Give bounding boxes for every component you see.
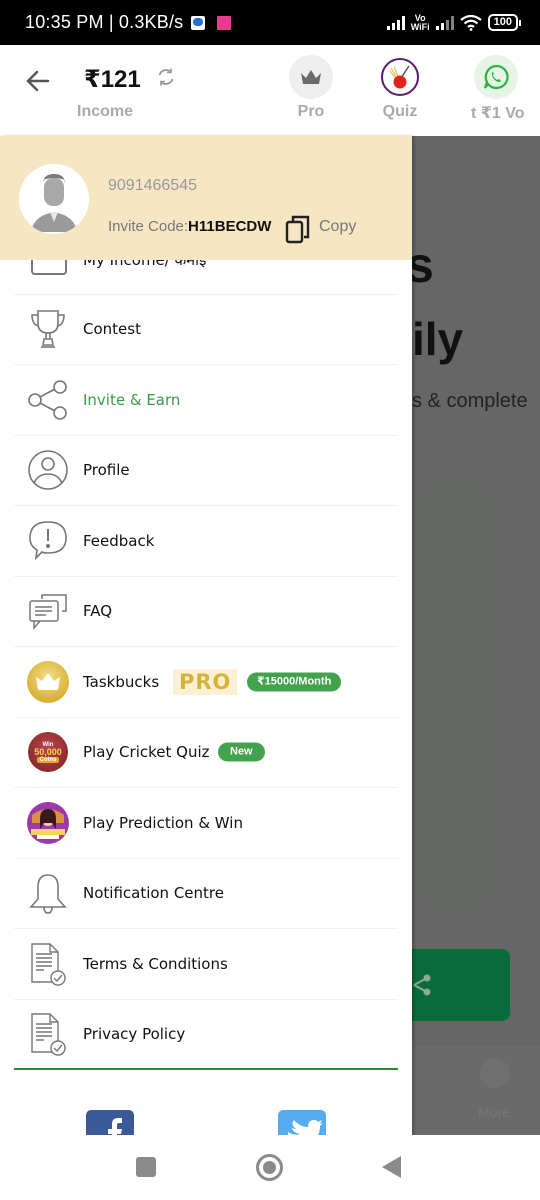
menu-label-cricket-quiz: Play Cricket Quiz [83, 743, 210, 762]
app-header: ₹121 Income Pro Quiz t ₹1 Vo [0, 45, 540, 136]
facebook-icon[interactable] [86, 1110, 134, 1135]
invite-code-label: Invite Code: [108, 218, 189, 235]
menu-item-contest[interactable]: Contest [14, 295, 398, 365]
income-balance: ₹121 [84, 66, 141, 93]
battery-icon: 100 [487, 14, 522, 31]
drawer-profile-header: 9091466545 Invite Code:H11BECDW Copy [0, 136, 412, 260]
menu-item-terms[interactable]: Terms & Conditions [14, 929, 398, 1000]
trophy-icon [26, 307, 70, 351]
vowifi-icon: Vo WiFi [410, 13, 430, 32]
signal-icon [386, 15, 405, 30]
header-whatsapp-button[interactable]: t ₹1 Vo [465, 55, 527, 123]
bg-more-icon [480, 1058, 510, 1088]
avatar[interactable] [19, 164, 89, 234]
twitter-icon[interactable] [278, 1110, 326, 1135]
menu-item-profile[interactable]: Profile [14, 436, 398, 506]
quiz-icon-text-mid: 50,000 [34, 746, 62, 757]
menu-label-invite-earn: Invite & Earn [83, 390, 181, 409]
menu-label-privacy: Privacy Policy [83, 1025, 186, 1044]
app-notification-icon [217, 15, 232, 30]
bg-bottom-nav: More [412, 1046, 540, 1135]
menu-label-faq: FAQ [83, 602, 113, 621]
home-button[interactable] [256, 1154, 283, 1181]
earnings-pill: ₹15000/Month [247, 672, 342, 692]
menu-item-invite-earn[interactable]: Invite & Earn [14, 365, 398, 436]
menu-item-faq[interactable]: FAQ [14, 577, 398, 647]
new-badge: New [218, 742, 265, 762]
user-avatar-icon [31, 174, 77, 232]
income-label: Income [77, 103, 134, 120]
profile-phone: 9091466545 [108, 177, 197, 194]
navigation-drawer: 9091466545 Invite Code:H11BECDW Copy My … [0, 136, 412, 1135]
menu-item-privacy[interactable]: Privacy Policy [14, 1000, 398, 1070]
back-button[interactable] [382, 1156, 401, 1178]
crown-icon [289, 55, 333, 99]
pro-badge: PRO [173, 668, 238, 695]
recents-button[interactable] [136, 1157, 156, 1177]
footer-divider [14, 1068, 398, 1070]
menu-label-terms: Terms & Conditions [83, 954, 228, 973]
faq-chat-icon [26, 589, 70, 633]
status-bar: 10:35 PM | 0.3KB/s Vo WiFi 100 [0, 0, 540, 45]
menu-label-notification: Notification Centre [83, 884, 224, 903]
message-notification-icon [191, 15, 206, 30]
cricket-quiz-icon: Win 50,000 Coins [26, 730, 70, 774]
share-icon [26, 378, 70, 422]
prediction-icon [26, 801, 70, 845]
menu-label-contest: Contest [83, 320, 141, 339]
system-nav-bar [0, 1135, 540, 1200]
bell-icon [26, 871, 70, 915]
back-arrow-icon[interactable] [24, 67, 52, 95]
wifi-icon [459, 14, 482, 31]
header-quiz-label: Quiz [382, 103, 418, 120]
invite-code-line: Invite Code:H11BECDW [108, 218, 271, 235]
refresh-icon[interactable] [156, 67, 176, 87]
bg-card [422, 489, 490, 901]
signal-2-icon [435, 15, 454, 30]
header-pro-button[interactable]: Pro [281, 55, 341, 121]
taskbucks-crown-icon [26, 660, 70, 704]
document-check-icon [26, 1012, 70, 1056]
bg-subtitle-fragment: s & complete [412, 390, 528, 412]
header-voucher-label: t ₹1 Vo [471, 105, 525, 122]
whatsapp-icon [474, 55, 518, 99]
copy-button[interactable]: Copy [319, 218, 356, 236]
menu-item-notification[interactable]: Notification Centre [14, 859, 398, 929]
bg-heading-fragment-2: ily [412, 313, 464, 365]
bg-share-icon [413, 974, 431, 996]
document-check-icon [26, 942, 70, 986]
menu-label-prediction: Play Prediction & Win [83, 813, 243, 832]
drawer-menu: My Income/ कमाई Contest Invite & Earn Pr… [0, 224, 412, 1070]
bg-more-label: More [478, 1104, 510, 1120]
bg-heading-fragment: s [412, 237, 434, 293]
cricket-ball-icon [381, 58, 419, 96]
header-pro-label: Pro [297, 103, 325, 120]
quiz-icon-text-bot: Coins [36, 756, 60, 763]
copy-icon[interactable] [285, 214, 311, 244]
menu-label-feedback: Feedback [83, 531, 155, 550]
vowifi-bottom: WiFi [410, 21, 430, 32]
menu-item-prediction[interactable]: Play Prediction & Win [14, 788, 398, 859]
menu-item-cricket-quiz[interactable]: Win 50,000 Coins Play Cricket Quiz New [14, 718, 398, 788]
invite-code-value: H11BECDW [188, 218, 272, 235]
feedback-icon [26, 519, 70, 563]
menu-item-taskbucks[interactable]: Taskbucks PRO ₹15000/Month [14, 647, 398, 718]
menu-label-taskbucks: Taskbucks [83, 672, 160, 691]
dimmed-background[interactable]: s ily s & complete More [412, 136, 540, 1135]
user-circle-icon [26, 448, 70, 492]
status-time: 10:35 PM | 0.3KB/s [25, 12, 184, 32]
menu-item-feedback[interactable]: Feedback [14, 506, 398, 577]
menu-label-profile: Profile [83, 461, 130, 480]
header-quiz-button[interactable]: Quiz [370, 55, 430, 121]
